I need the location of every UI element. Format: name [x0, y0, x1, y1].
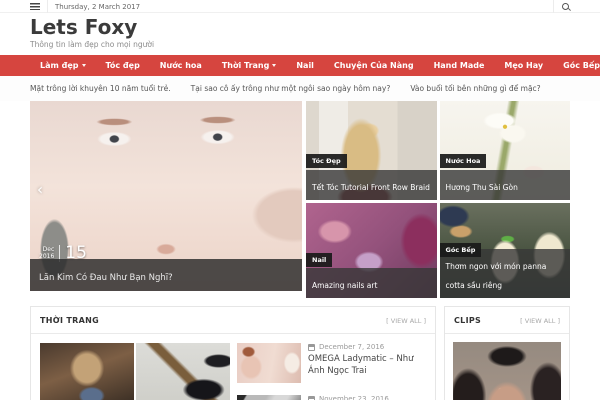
post-title[interactable]: OMEGA Ladymatic – Như Ánh Ngọc Trai: [308, 354, 426, 378]
grid-post-nail[interactable]: Nail Amazing nails art: [306, 203, 437, 298]
featured-title-bar: Lăn Kim Có Đau Như Bạn Nghĩ?: [30, 259, 302, 291]
fashion-thumbnails: [40, 343, 230, 400]
list-item[interactable]: November 23, 2016 Những Mẫu Váy Cưới Đẹp…: [237, 395, 426, 400]
calendar-icon: [308, 344, 315, 351]
divider: [47, 0, 48, 13]
news-ticker: Mặt trông lời khuyên 10 năm tuổi trẻ. Tạ…: [0, 76, 600, 101]
view-all-link[interactable]: [ VIEW ALL ]: [386, 317, 426, 325]
ticker-link[interactable]: Tại sao cô ấy trông như một ngôi sao ngà…: [191, 84, 391, 93]
nav-item-goc-bep[interactable]: Góc Bếp: [553, 55, 600, 76]
nav-item-chuyen-cua-nang[interactable]: Chuyện Của Nàng: [324, 55, 424, 76]
nav-item-thoi-trang[interactable]: Thời Trang: [212, 55, 287, 76]
view-all-link[interactable]: [ VIEW ALL ]: [520, 317, 560, 325]
chevron-down-icon: [82, 64, 86, 67]
post-title[interactable]: Tết Tóc Tutorial Front Row Braid: [312, 183, 430, 192]
category-badge[interactable]: Nước Hoa: [440, 154, 487, 168]
post-date: November 23, 2016: [319, 395, 389, 400]
nav-item-lam-dep[interactable]: Làm đẹp: [30, 55, 96, 76]
category-badge[interactable]: Tóc Đẹp: [306, 154, 347, 168]
list-item[interactable]: December 7, 2016 OMEGA Ladymatic – Như Á…: [237, 343, 426, 383]
featured-month: Dec: [43, 246, 55, 253]
featured-slider[interactable]: ‹ Dec 2016 15 Lăn Kim Có Đau Như Bạn Ngh…: [30, 101, 302, 291]
post-title[interactable]: Amazing nails art: [312, 281, 377, 290]
featured-grid: Tóc Đẹp Tết Tóc Tutorial Front Row Braid…: [306, 101, 570, 298]
fashion-thumb[interactable]: [40, 343, 134, 400]
post-title[interactable]: Hương Thu Sài Gòn: [446, 183, 518, 192]
clips-section: CLIPS [ VIEW ALL ]: [444, 306, 570, 400]
post-thumbnail[interactable]: [237, 395, 301, 400]
nav-item-hand-made[interactable]: Hand Made: [424, 55, 495, 76]
page: Thursday, 2 March 2017 Lets Foxy Thông t…: [0, 0, 600, 400]
ticker-link[interactable]: Mặt trông lời khuyên 10 năm tuổi trẻ.: [30, 84, 171, 93]
hamburger-menu-icon[interactable]: [30, 3, 40, 10]
ticker-link[interactable]: Vào buổi tối bên những gì để mặc?: [410, 84, 540, 93]
section-title-clips: CLIPS: [454, 316, 481, 325]
search-icon[interactable]: [561, 2, 570, 11]
current-date: Thursday, 2 March 2017: [55, 3, 140, 11]
site-tagline: Thông tin làm đẹp cho mọi người: [30, 40, 570, 49]
post-date: December 7, 2016: [319, 343, 384, 351]
featured-title[interactable]: Lăn Kim Có Đau Như Bạn Nghĩ?: [39, 273, 173, 283]
top-bar: Thursday, 2 March 2017: [0, 0, 600, 13]
nav-item-toc-dep[interactable]: Tóc đẹp: [96, 55, 150, 76]
category-badge[interactable]: Góc Bếp: [440, 243, 482, 257]
nav-item-meo-hay[interactable]: Mẹo Hay: [494, 55, 553, 76]
site-header: Lets Foxy Thông tin làm đẹp cho mọi ngườ…: [0, 13, 600, 55]
fashion-post-list: December 7, 2016 OMEGA Ladymatic – Như Á…: [237, 343, 426, 400]
grid-post-toc-dep[interactable]: Tóc Đẹp Tết Tóc Tutorial Front Row Braid: [306, 101, 437, 200]
clip-thumbnail[interactable]: [453, 342, 561, 400]
calendar-icon: [308, 396, 315, 400]
fashion-thumb[interactable]: [136, 343, 230, 400]
main-navigation: Làm đẹp Tóc đẹp Nước hoa Thời Trang Nail…: [0, 55, 600, 76]
carousel-prev-icon[interactable]: ‹: [37, 183, 43, 198]
category-badge[interactable]: Nail: [306, 253, 332, 267]
site-logo[interactable]: Lets Foxy: [30, 16, 570, 38]
main-content: ‹ Dec 2016 15 Lăn Kim Có Đau Như Bạn Ngh…: [30, 101, 570, 400]
nav-item-nuoc-hoa[interactable]: Nước hoa: [150, 55, 212, 76]
grid-post-goc-bep[interactable]: Góc Bếp Thơm ngon với món panna cotta sầ…: [440, 203, 571, 298]
post-title[interactable]: Thơm ngon với món panna cotta sầu riêng: [446, 262, 547, 290]
grid-post-nuoc-hoa[interactable]: Nước Hoa Hương Thu Sài Gòn: [440, 101, 571, 200]
chevron-down-icon: [272, 64, 276, 67]
post-thumbnail[interactable]: [237, 343, 301, 383]
section-title-thoi-trang: THỜI TRANG: [40, 316, 99, 325]
fashion-section: THỜI TRANG [ VIEW ALL ]: [30, 306, 436, 400]
nav-item-nail[interactable]: Nail: [286, 55, 324, 76]
divider: [553, 0, 554, 13]
